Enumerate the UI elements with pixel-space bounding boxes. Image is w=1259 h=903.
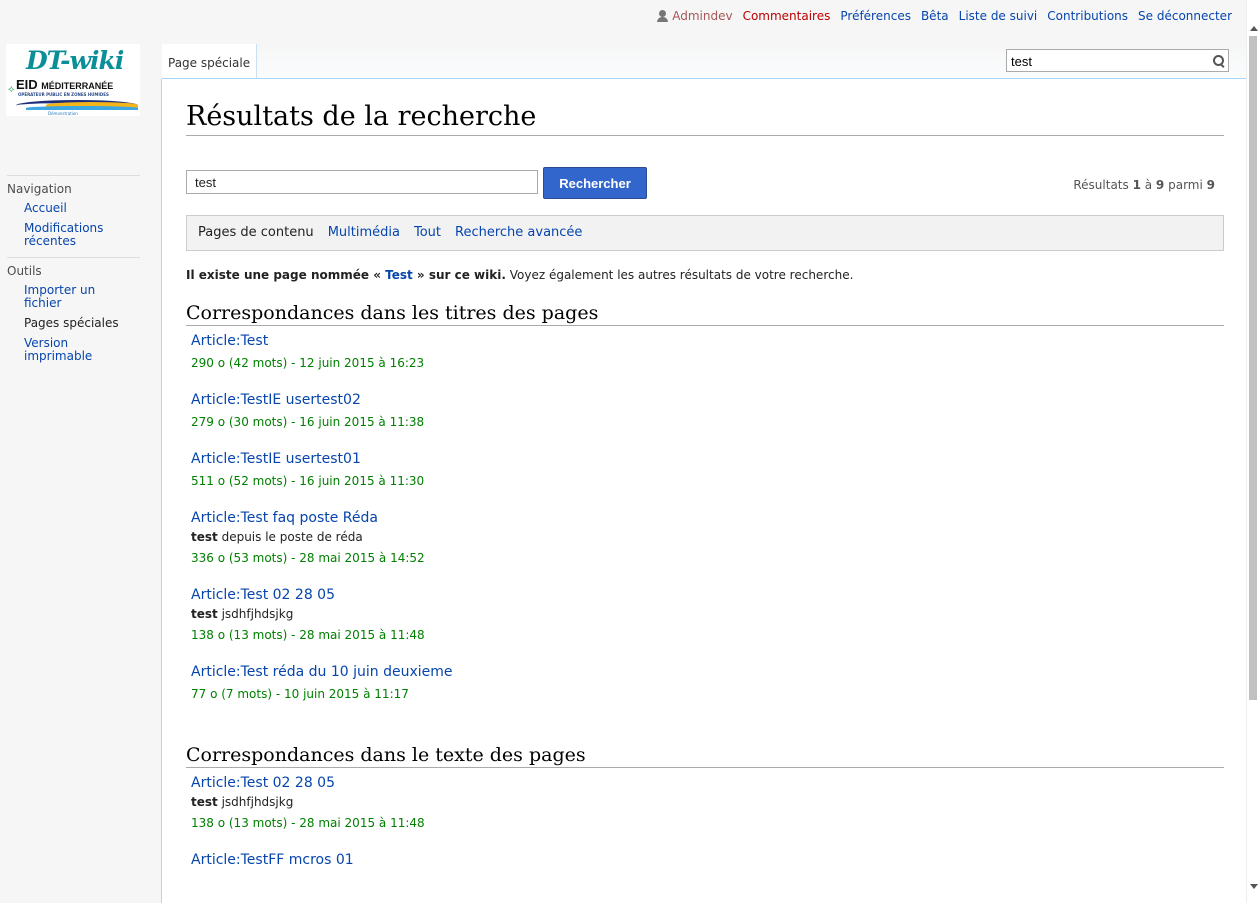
title-matches-section: Correspondances dans les titres des page… [186,302,1247,706]
tab-special-page[interactable]: Page spéciale [162,44,258,78]
top-search-input[interactable] [1011,52,1201,70]
result-title-link[interactable]: Article:Test 02 28 05 [191,585,1247,605]
result-meta: 77 o (7 mots) - 10 juin 2015 à 11:17 [191,687,409,701]
result-snippet-text: jsdhfjhdsjkg [217,607,294,621]
contributions-link[interactable]: Contributions [1047,9,1128,23]
watchlist-link[interactable]: Liste de suivi [959,9,1038,23]
result-snippet-text: depuis le poste de réda [217,530,363,544]
result-meta: 336 o (53 mots) - 28 mai 2015 à 14:52 [191,551,425,565]
logo-wave [26,106,138,110]
exists-more: Voyez également les autres résultats de … [505,268,854,282]
search-result: Article:Test 02 28 05 test jsdhfjhdsjkg 13… [191,585,1247,647]
results-prefix: Résultats [1073,178,1133,192]
search-result: Article:Test faq poste Réda test depuis l… [191,508,1247,570]
result-snippet-match: test [191,795,218,809]
user-name[interactable]: Admindev [672,9,732,23]
search-result: Article:TestFF mcros 01 [191,850,1247,870]
result-title-link[interactable]: Article:TestIE usertest02 [191,390,1247,410]
sidebar-item-printable[interactable]: Version imprimable [24,333,134,366]
scroll-up-icon[interactable] [1250,26,1258,31]
logo-title: DT-wiki [26,46,124,75]
portal-heading-navigation: Navigation [7,175,140,198]
title-matches-heading: Correspondances dans les titres des page… [186,302,1224,326]
result-snippet: test jsdhfjhdsjkg [191,605,1247,623]
result-snippet-text: jsdhfjhdsjkg [217,795,294,809]
result-title-link[interactable]: Article:Test 02 28 05 [191,773,1247,793]
tab-label[interactable]: Page spéciale [168,56,250,70]
page-title: Résultats de la recherche [186,101,1224,136]
result-meta: 279 o (30 mots) - 16 juin 2015 à 11:38 [191,415,425,429]
search-result: Article:TestIE usertest02 279 o (30 mots)… [191,390,1247,434]
profile-advanced[interactable]: Recherche avancée [455,216,582,250]
search-icon[interactable] [1212,54,1226,68]
result-snippet: test depuis le poste de réda [191,528,1247,546]
site-logo[interactable]: ⟡ DT-wiki EID MÉDITERRANÉE OPÉRATEUR PUB… [6,44,140,116]
results-of-word: parmi [1164,178,1207,192]
search-result: Article:Test 02 28 05 test jsdhfjhdsjkg 13… [191,773,1247,835]
beta-link[interactable]: Bêta [921,9,949,23]
sidebar-item-recent-changes[interactable]: Modifications récentes [24,218,134,251]
exists-suffix: » sur ce wiki. [412,268,506,282]
results-count: Résultats 1 à 9 parmi 9 [1073,178,1215,192]
page-exists-notice: Il existe une page nommée « Test » sur c… [186,268,1247,282]
result-title-link[interactable]: Article:TestFF mcros 01 [191,850,1247,870]
main-content: Résultats de la recherche Rechercher Rés… [161,79,1247,903]
result-snippet-match: test [191,607,218,621]
exists-prefix: Il existe une page nommée « [186,268,386,282]
result-title-link[interactable]: Article:TestIE usertest01 [191,449,1247,469]
search-result: Article:TestIE usertest01 511 o (52 mots)… [191,449,1247,493]
logout-link[interactable]: Se déconnecter [1138,9,1232,23]
result-meta: 511 o (52 mots) - 16 juin 2015 à 11:30 [191,474,425,488]
result-title-link[interactable]: Article:Test faq poste Réda [191,508,1247,528]
search-profiles: Pages de contenu Multimédia Tout Recherc… [186,215,1224,251]
main-search-input[interactable] [186,170,538,194]
title-results-list: Article:Test 290 o (42 mots) - 12 juin 20… [186,331,1247,706]
preferences-link[interactable]: Préférences [840,9,911,23]
logo-mode: Démonstration [48,111,78,116]
logo-org-name: EID [16,77,38,92]
personal-tools: Admindev Commentaires Préférences Bêta L… [657,9,1232,23]
user-link[interactable]: Admindev [657,9,733,23]
sidebar-item-home[interactable]: Accueil [24,198,134,218]
sidebar: Navigation Accueil Modifications récente… [0,175,150,372]
text-results-list: Article:Test 02 28 05 test jsdhfjhdsjkg 13… [186,773,1247,870]
search-button[interactable]: Rechercher [543,167,647,199]
result-snippet-match: test [191,530,218,544]
exists-page-link[interactable]: Test [385,268,413,282]
scroll-thumb[interactable] [1249,36,1257,700]
logo-org: EID MÉDITERRANÉE [16,77,113,92]
result-snippet: test jsdhfjhdsjkg [191,793,1247,811]
scroll-down-icon[interactable] [1250,884,1258,889]
text-matches-heading: Correspondances dans le texte des pages [186,744,1224,768]
results-to-word: à [1140,178,1156,192]
sidebar-item-upload[interactable]: Importer un fichier [24,280,134,313]
top-search-box [1006,49,1229,72]
logo-org-name2: MÉDITERRANÉE [41,81,114,91]
profile-all[interactable]: Tout [414,216,441,250]
result-meta: 138 o (13 mots) - 28 mai 2015 à 11:48 [191,628,425,642]
search-result: Article:Test réda du 10 juin deuxieme 77 … [191,662,1247,706]
search-result: Article:Test 290 o (42 mots) - 12 juin 20… [191,331,1247,375]
logo-tagline: OPÉRATEUR PUBLIC EN ZONES HUMIDES [18,92,109,97]
profile-content-pages[interactable]: Pages de contenu [198,216,314,250]
portal-navigation: Navigation Accueil Modifications récente… [0,175,150,251]
search-form: Rechercher Résultats 1 à 9 parmi 9 [186,136,1247,199]
results-from: 1 [1132,178,1141,192]
bird-icon: ⟡ [8,84,15,95]
comments-link[interactable]: Commentaires [743,9,831,23]
result-meta: 290 o (42 mots) - 12 juin 2015 à 16:23 [191,356,425,370]
scrollbar[interactable] [1246,0,1259,903]
profile-multimedia[interactable]: Multimédia [328,216,400,250]
sidebar-item-special-pages[interactable]: Pages spéciales [24,313,134,333]
text-matches-section: Correspondances dans le texte des pages … [186,744,1247,870]
result-meta: 138 o (13 mots) - 28 mai 2015 à 11:48 [191,816,425,830]
result-title-link[interactable]: Article:Test réda du 10 juin deuxieme [191,662,1247,682]
results-total: 9 [1206,178,1215,192]
user-icon [657,10,669,22]
result-title-link[interactable]: Article:Test [191,331,1247,351]
portal-tools: Outils Importer un fichier Pages spécial… [0,257,150,366]
portal-heading-tools: Outils [7,257,140,280]
